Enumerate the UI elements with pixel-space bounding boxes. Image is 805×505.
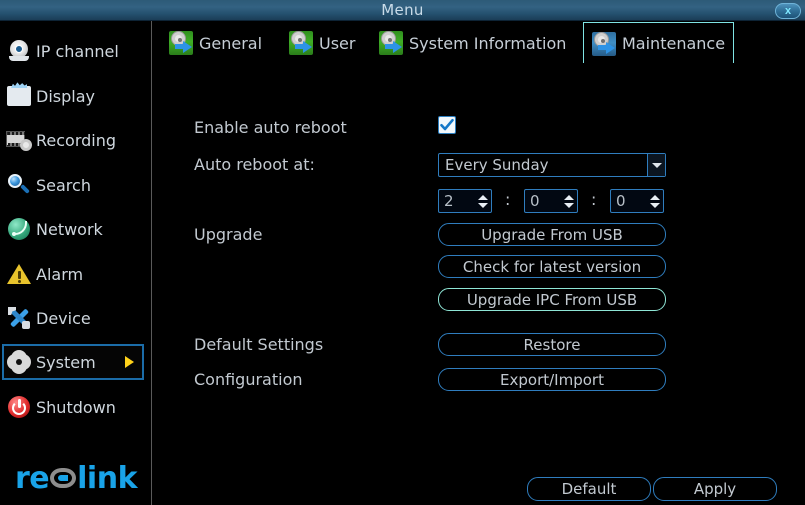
auto-reboot-minute-stepper[interactable]: 0 <box>524 189 578 213</box>
magnifier-icon <box>4 171 34 199</box>
enable-auto-reboot-checkbox[interactable] <box>438 116 456 134</box>
sidebar-item-label: IP channel <box>36 42 119 61</box>
auto-reboot-second-value: 0 <box>611 192 647 210</box>
upgrade-label: Upgrade <box>194 225 262 244</box>
export-import-button[interactable]: Export/Import <box>438 368 666 391</box>
enable-auto-reboot-label: Enable auto reboot <box>194 118 347 137</box>
time-separator-2: : <box>591 190 596 209</box>
sidebar-item-network[interactable]: Network <box>4 211 144 247</box>
tools-wrench-screwdriver-icon <box>4 304 34 332</box>
gear-arrow-blue-icon <box>592 32 616 56</box>
sidebar-item-label: Recording <box>36 131 116 150</box>
maintenance-panel: Enable auto reboot Auto reboot at: Every… <box>153 63 805 505</box>
logo-text-part2: link <box>77 461 137 496</box>
sidebar-item-shutdown[interactable]: Shutdown <box>4 389 144 425</box>
upgrade-ipc-from-usb-button[interactable]: Upgrade IPC From USB <box>438 288 666 311</box>
sidebar: IP channel Display Recording Search Netw <box>0 21 152 505</box>
default-button[interactable]: Default <box>527 477 651 501</box>
power-icon <box>4 393 34 421</box>
tab-maintenance[interactable]: Maintenance <box>583 22 734 64</box>
ip-camera-icon <box>4 37 34 65</box>
sidebar-item-label: Display <box>36 87 95 106</box>
sidebar-item-search[interactable]: Search <box>4 167 144 203</box>
stepper-arrows-icon[interactable] <box>561 190 577 212</box>
sidebar-item-ip-channel[interactable]: IP channel <box>4 33 144 69</box>
sidebar-item-label: Network <box>36 220 103 239</box>
gear-arrow-green-icon <box>289 31 313 55</box>
sidebar-item-device[interactable]: Device <box>4 300 144 336</box>
tab-user[interactable]: User <box>281 23 363 63</box>
logo-camera-icon <box>50 468 76 488</box>
tab-general[interactable]: General <box>161 23 270 63</box>
sidebar-item-label: Shutdown <box>36 398 116 417</box>
restore-button[interactable]: Restore <box>438 333 666 356</box>
sidebar-item-system[interactable]: System <box>2 344 144 380</box>
upgrade-from-usb-button[interactable]: Upgrade From USB <box>438 223 666 246</box>
sidebar-item-display[interactable]: Display <box>4 78 144 114</box>
window-title: Menu <box>0 0 805 21</box>
tab-label: General <box>199 34 262 53</box>
stepper-arrows-icon[interactable] <box>647 190 663 212</box>
auto-reboot-schedule-value: Every Sunday <box>439 156 647 174</box>
sidebar-item-label: Device <box>36 309 91 328</box>
apply-button[interactable]: Apply <box>653 477 777 501</box>
configuration-label: Configuration <box>194 370 303 389</box>
sidebar-item-recording[interactable]: Recording <box>4 122 144 158</box>
title-bar: Menu x <box>0 0 805 21</box>
sidebar-item-label: Alarm <box>36 265 83 284</box>
check-icon <box>439 117 455 133</box>
tab-label: Maintenance <box>622 34 725 53</box>
chevron-right-icon <box>125 356 134 368</box>
auto-reboot-at-label: Auto reboot at: <box>194 155 315 174</box>
tab-label: System Information <box>409 34 566 53</box>
sidebar-item-alarm[interactable]: Alarm <box>4 256 144 292</box>
auto-reboot-second-stepper[interactable]: 0 <box>610 189 664 213</box>
close-icon[interactable]: x <box>775 3 801 19</box>
sidebar-item-label: System <box>36 353 96 372</box>
auto-reboot-hour-stepper[interactable]: 2 <box>438 189 492 213</box>
display-monitor-icon <box>4 82 34 110</box>
gear-icon <box>4 348 34 376</box>
time-separator-1: : <box>505 190 510 209</box>
warning-triangle-icon <box>4 260 34 288</box>
gear-arrow-green-icon <box>379 31 403 55</box>
reolink-logo: re link <box>0 458 152 498</box>
tab-strip: General User System Information Maintena… <box>153 21 805 63</box>
network-signal-icon <box>4 215 34 243</box>
check-for-latest-version-button[interactable]: Check for latest version <box>438 255 666 278</box>
chevron-down-icon[interactable] <box>647 154 665 176</box>
tab-system-information[interactable]: System Information <box>371 23 574 63</box>
menu-window: Menu x IP channel Display Recording <box>0 0 805 505</box>
gear-arrow-green-icon <box>169 31 193 55</box>
recording-film-gear-icon <box>4 126 34 154</box>
logo-text-part1: re <box>15 461 49 496</box>
sidebar-item-label: Search <box>36 176 91 195</box>
auto-reboot-hour-value: 2 <box>439 192 475 210</box>
auto-reboot-minute-value: 0 <box>525 192 561 210</box>
tab-label: User <box>319 34 355 53</box>
auto-reboot-schedule-select[interactable]: Every Sunday <box>438 153 666 177</box>
stepper-arrows-icon[interactable] <box>475 190 491 212</box>
default-settings-label: Default Settings <box>194 335 323 354</box>
